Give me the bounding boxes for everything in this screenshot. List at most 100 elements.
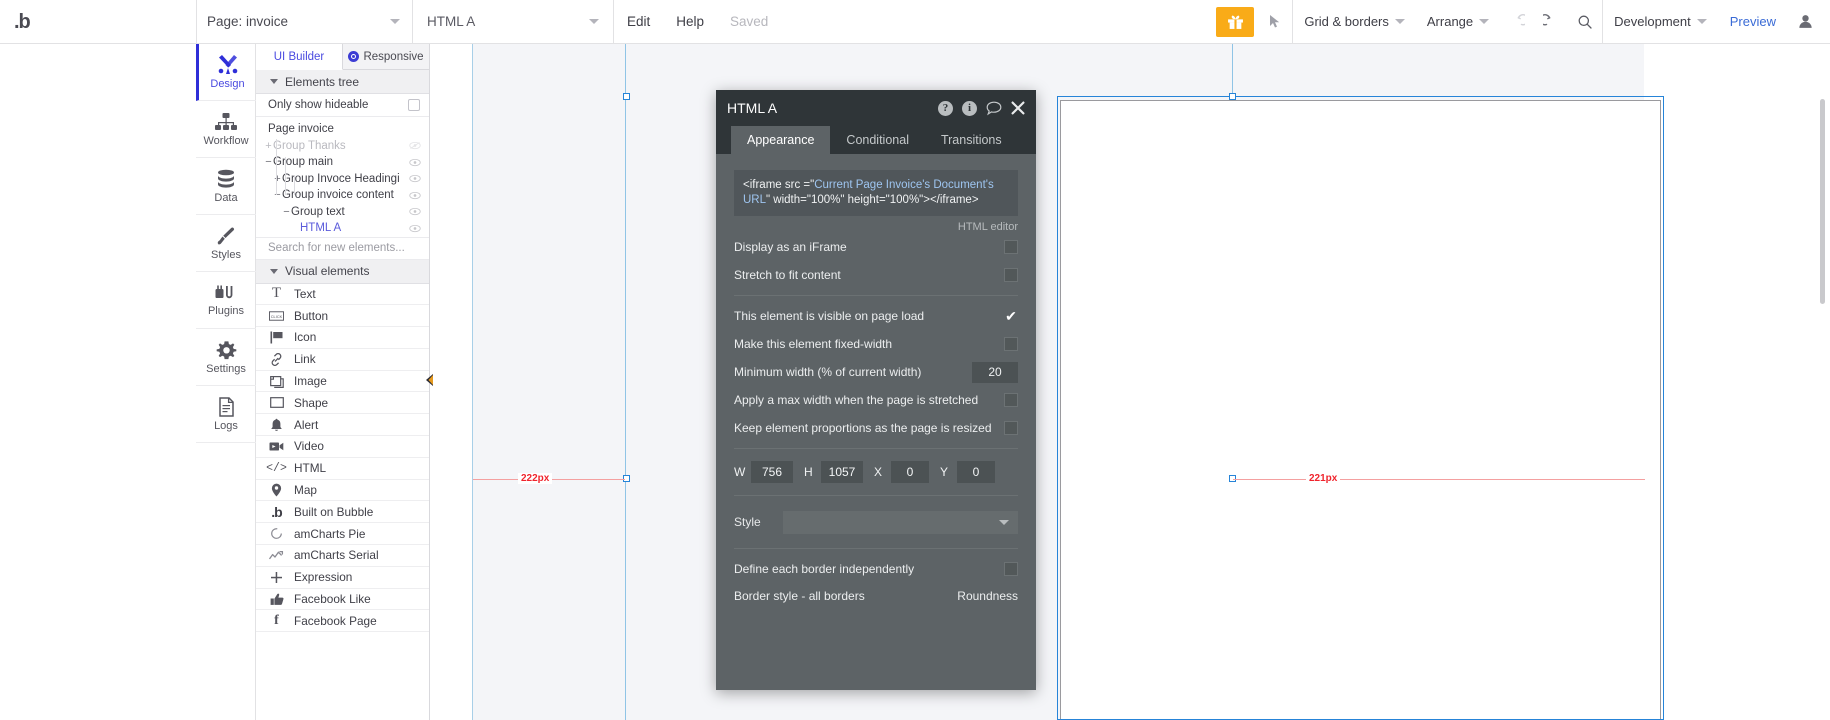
tab-transitions[interactable]: Transitions [925, 126, 1018, 154]
search-icon[interactable] [1568, 0, 1602, 43]
option-stretch-to-fit[interactable]: Stretch to fit content [716, 261, 1036, 289]
minimum-width-row[interactable]: Minimum width (% of current width) 20 [716, 358, 1036, 386]
option-max-width-stretched[interactable]: Apply a max width when the page is stret… [716, 386, 1036, 414]
element-item-button[interactable]: CLICK Button [256, 305, 429, 328]
sidebar-item-plugins[interactable]: Plugins [196, 272, 256, 329]
undo-icon[interactable] [1500, 0, 1534, 43]
height-input[interactable]: 1057 [821, 461, 863, 483]
panel-collapse-toggle[interactable] [424, 372, 436, 388]
option-visible-on-page-load-checkbox[interactable]: ✔ [1004, 308, 1018, 324]
user-avatar-icon[interactable] [1788, 0, 1822, 43]
option-display-as-iframe-checkbox[interactable] [1004, 240, 1018, 254]
element-item-image[interactable]: Image [256, 371, 429, 393]
expand-plus-icon[interactable]: + [273, 173, 282, 185]
gift-icon[interactable] [1216, 6, 1255, 37]
tab-responsive[interactable]: Responsive [343, 44, 429, 69]
selection-handle-top-left[interactable] [623, 93, 630, 100]
eye-visible-icon[interactable] [409, 191, 421, 200]
option-visible-on-page-load[interactable]: This element is visible on page load ✔ [716, 302, 1036, 330]
option-define-borders-independently[interactable]: Define each border independently [716, 555, 1036, 583]
collapse-minus-icon[interactable]: − [282, 206, 291, 218]
tree-item-group-text[interactable]: − Group text [256, 204, 429, 221]
expand-plus-icon[interactable]: + [264, 140, 273, 152]
tab-ui-builder[interactable]: UI Builder [256, 44, 343, 70]
only-show-hideable-row[interactable]: Only show hideable [256, 94, 429, 117]
width-input[interactable]: 756 [751, 461, 793, 483]
tree-item-group-invoice-content[interactable]: − Group invoice content [256, 187, 429, 204]
tree-item-html-a[interactable]: HTML A [256, 220, 429, 237]
sidebar-item-design[interactable]: Design [196, 44, 256, 101]
close-icon[interactable] [1011, 101, 1025, 115]
option-display-as-iframe[interactable]: Display as an iFrame [716, 233, 1036, 261]
tree-item-page-invoice[interactable]: Page invoice [256, 121, 429, 138]
element-item-text[interactable]: T Text [256, 284, 429, 306]
grid-and-borders-menu[interactable]: Grid & borders [1293, 0, 1416, 43]
eye-visible-icon[interactable] [409, 224, 421, 233]
info-icon[interactable]: i [962, 100, 977, 116]
menu-help[interactable]: Help [663, 0, 717, 43]
canvas-vertical-scrollbar[interactable] [1820, 99, 1825, 304]
eye-hidden-icon[interactable] [409, 141, 421, 150]
option-stretch-to-fit-checkbox[interactable] [1004, 268, 1018, 282]
bubble-logo[interactable]: .b [0, 0, 196, 43]
element-item-icon[interactable]: Icon [256, 327, 429, 349]
property-editor-dialog[interactable]: HTML A ? i Appearance Conditional Transi… [716, 90, 1036, 690]
y-input[interactable]: 0 [957, 461, 995, 483]
minimum-width-input[interactable]: 20 [972, 361, 1018, 383]
tab-conditional[interactable]: Conditional [830, 126, 925, 154]
tree-item-group-invoce-headingi[interactable]: + Group Invoce Headingi [256, 171, 429, 188]
element-item-shape[interactable]: Shape [256, 392, 429, 415]
element-item-alert[interactable]: Alert [256, 414, 429, 437]
property-editor-header[interactable]: HTML A ? i [716, 90, 1036, 126]
option-fixed-width-checkbox[interactable] [1004, 337, 1018, 351]
page-surface[interactable]: 222px 221px [472, 44, 1664, 720]
option-keep-proportions-checkbox[interactable] [1004, 421, 1018, 435]
sidebar-item-logs[interactable]: Logs [196, 386, 256, 443]
sidebar-item-workflow[interactable]: Workflow [196, 101, 256, 158]
tree-item-group-main[interactable]: − Group main [256, 154, 429, 171]
arrange-menu[interactable]: Arrange [1416, 0, 1500, 43]
design-canvas[interactable]: 222px 221px [430, 44, 1830, 720]
sidebar-item-styles[interactable]: Styles [196, 215, 256, 272]
tree-item-group-thanks[interactable]: + Group Thanks [256, 138, 429, 155]
element-item-facebook-like[interactable]: Facebook Like [256, 589, 429, 611]
version-selector[interactable]: Development [1603, 0, 1718, 43]
only-show-hideable-checkbox[interactable] [408, 99, 420, 111]
menu-edit[interactable]: Edit [614, 0, 663, 43]
style-dropdown[interactable] [782, 510, 1018, 534]
element-item-html[interactable]: </> HTML [256, 458, 429, 480]
eye-visible-icon[interactable] [409, 207, 421, 216]
page-selector[interactable]: Page: invoice [197, 0, 412, 43]
x-input[interactable]: 0 [891, 461, 929, 483]
eye-visible-icon[interactable] [409, 158, 421, 167]
eye-visible-icon[interactable] [409, 174, 421, 183]
option-define-borders-independently-checkbox[interactable] [1004, 562, 1018, 576]
element-item-map[interactable]: Map [256, 480, 429, 502]
option-max-width-stretched-checkbox[interactable] [1004, 393, 1018, 407]
option-fixed-width[interactable]: Make this element fixed-width [716, 330, 1036, 358]
element-selector[interactable]: HTML A [413, 0, 613, 43]
selection-handle-top-right[interactable] [1229, 93, 1236, 100]
html-code-editor[interactable]: <iframe src ="Current Page Invoice's Doc… [734, 170, 1018, 216]
help-question-icon[interactable]: ? [938, 100, 953, 116]
element-item-built-on-bubble[interactable]: .b Built on Bubble [256, 501, 429, 524]
redo-icon[interactable] [1534, 0, 1568, 43]
element-item-amcharts-pie[interactable]: amCharts Pie [256, 523, 429, 546]
element-item-link[interactable]: Link [256, 349, 429, 371]
element-item-amcharts-serial[interactable]: amCharts Serial [256, 545, 429, 567]
option-keep-proportions[interactable]: Keep element proportions as the page is … [716, 414, 1036, 442]
collapse-minus-icon[interactable]: − [264, 156, 273, 168]
sidebar-item-data[interactable]: Data [196, 158, 256, 215]
element-item-video[interactable]: Video [256, 436, 429, 458]
selected-element-frame[interactable] [1060, 100, 1661, 720]
comment-bubble-icon[interactable] [986, 101, 1002, 116]
search-new-elements-input[interactable]: Search for new elements... [256, 236, 429, 260]
element-item-facebook-page[interactable]: f Facebook Page [256, 610, 429, 633]
preview-button[interactable]: Preview [1718, 0, 1788, 43]
cursor-arrow-icon[interactable] [1258, 0, 1292, 43]
sidebar-item-settings[interactable]: Settings [196, 329, 256, 386]
collapse-minus-icon[interactable]: − [273, 189, 282, 201]
elements-tree-header[interactable]: Elements tree [256, 70, 429, 94]
element-item-expression[interactable]: Expression [256, 567, 429, 589]
tab-appearance[interactable]: Appearance [731, 126, 831, 154]
